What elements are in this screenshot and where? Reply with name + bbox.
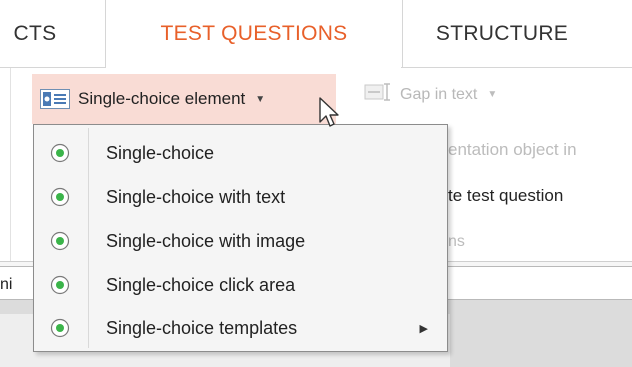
document-tab-label: ni [0, 276, 13, 293]
menu-item-single-choice[interactable]: Single-choice [36, 131, 444, 175]
tab-objects[interactable]: CTS [0, 0, 80, 68]
create-test-question-label[interactable]: te test question [448, 186, 563, 206]
single-choice-element-button[interactable]: Single-choice element ▼ [32, 74, 336, 124]
single-choice-element-label: Single-choice element [78, 89, 246, 108]
menu-item-single-choice-with-text[interactable]: Single-choice with text [36, 175, 444, 219]
radio-icon [50, 231, 70, 251]
chevron-right-icon: ▶ [419, 322, 428, 335]
menu-item-single-choice-click-area[interactable]: Single-choice click area [36, 263, 444, 307]
presentation-object-label[interactable]: entation object in [448, 140, 577, 160]
menu-item-label: Single-choice templates [106, 317, 298, 338]
radio-icon [50, 187, 70, 207]
mouse-pointer-icon [319, 97, 339, 127]
menu-item-label: Single-choice with text [106, 186, 286, 207]
listbox-icon [40, 89, 70, 109]
chevron-down-icon: ▼ [255, 93, 266, 105]
gap-in-text-button[interactable]: Gap in text ▼ [364, 82, 497, 107]
gap-text-icon [364, 82, 392, 107]
radio-icon [50, 318, 70, 338]
ribbon-tabbar: CTS TEST QUESTIONS STRUCTURE [0, 0, 632, 68]
radio-icon [50, 275, 70, 295]
gap-in-text-label: Gap in text [400, 85, 478, 103]
chevron-down-icon: ▼ [487, 89, 498, 100]
menu-item-single-choice-with-image[interactable]: Single-choice with image [36, 219, 444, 263]
tab-test-questions[interactable]: TEST QUESTIONS [105, 0, 403, 68]
menu-item-label: Single-choice click area [106, 274, 296, 295]
group-caption-label: ns [448, 233, 465, 250]
menu-item-label: Single-choice with image [106, 230, 306, 251]
tab-structure[interactable]: STRUCTURE [402, 0, 602, 68]
menu-item-label: Single-choice [106, 142, 215, 163]
ribbon-group-divider [10, 68, 11, 262]
radio-icon [50, 143, 70, 163]
menu-item-single-choice-templates[interactable]: Single-choice templates ▶ [36, 306, 444, 350]
